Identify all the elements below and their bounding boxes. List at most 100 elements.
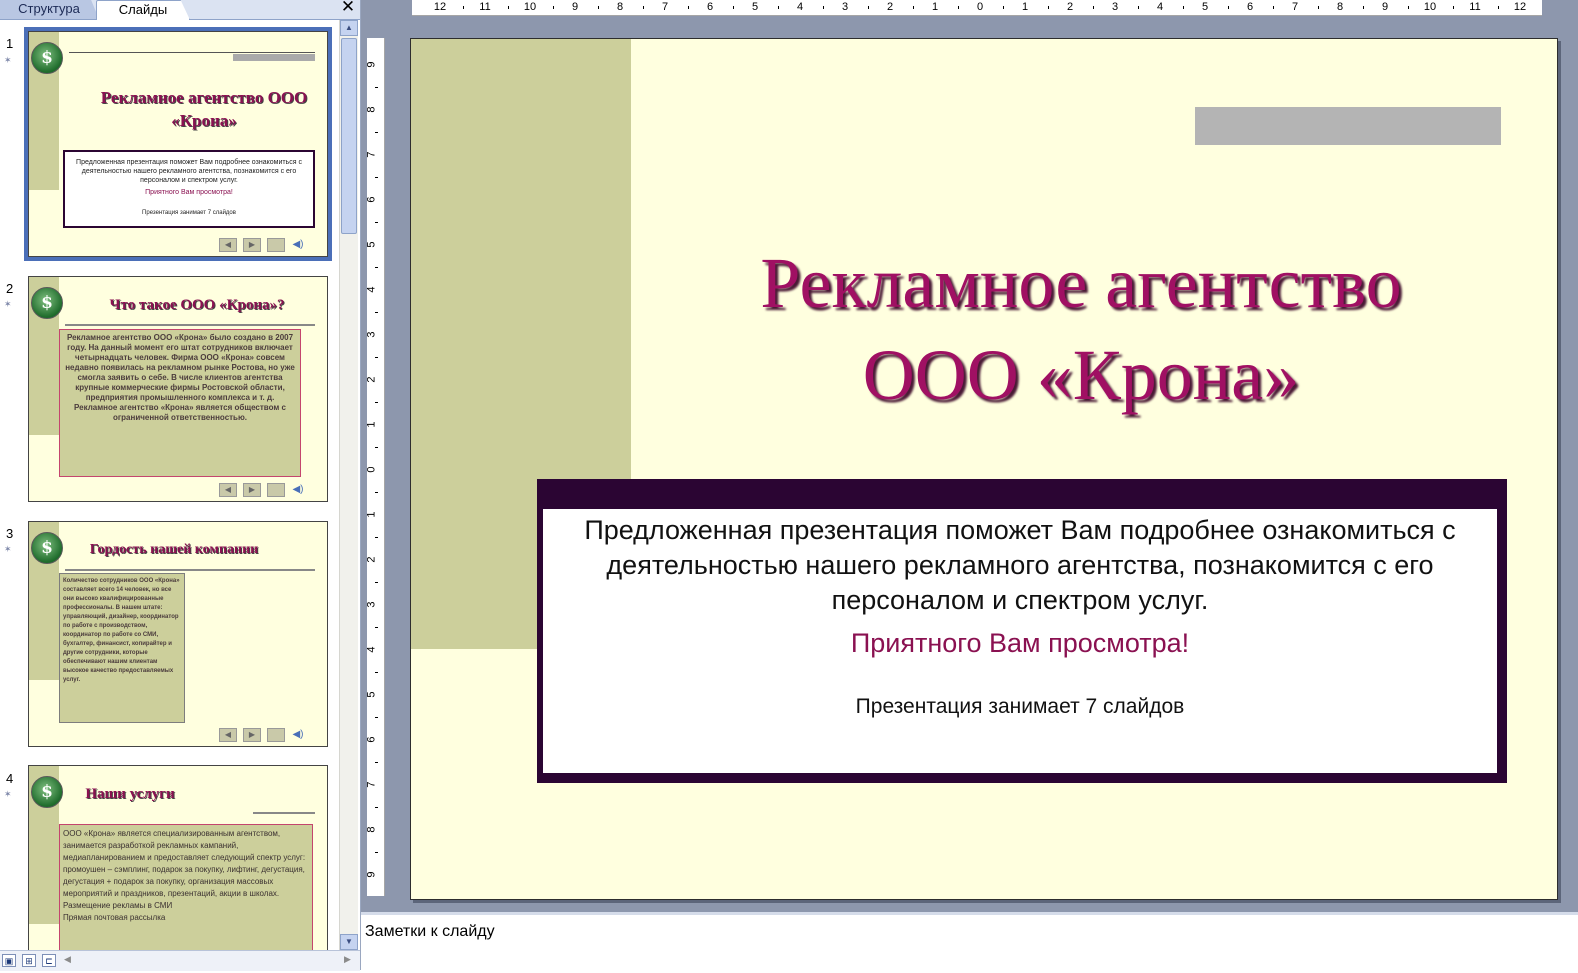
slide-number: 1 xyxy=(6,36,14,51)
thumb-invite: Приятного Вам просмотра! xyxy=(145,189,233,196)
ruler-label: 3 xyxy=(365,601,378,608)
ruler-label: 6 xyxy=(706,1,714,13)
ruler-tick xyxy=(375,761,378,763)
notes-area[interactable]: Заметки к слайду xyxy=(361,912,1578,973)
ruler-label: 4 xyxy=(1156,1,1164,13)
ruler-tick xyxy=(375,491,378,493)
ruler-label: 7 xyxy=(1291,1,1299,13)
nav-prev-icon: ◀ xyxy=(219,237,237,252)
speaker-icon: ◀) xyxy=(292,483,304,495)
ruler-tick xyxy=(375,86,378,88)
ruler-label: 8 xyxy=(616,1,624,13)
ruler-label: 1 xyxy=(1021,1,1029,13)
thumb-textbox: ООО «Крона» является специализированным … xyxy=(59,824,313,951)
ruler-label: 9 xyxy=(571,1,579,13)
scrollbar-thumb[interactable] xyxy=(341,38,357,234)
ruler-tick xyxy=(867,6,869,9)
ruler-label: 11 xyxy=(1469,1,1481,13)
thumb-desc: Предложенная презентация поможет Вам под… xyxy=(76,159,302,184)
nav-prev-icon: ◀ xyxy=(219,482,237,497)
ruler-label: 0 xyxy=(365,466,378,473)
tab-slides[interactable]: Слайды xyxy=(96,0,190,20)
nav-next-icon: ▶ xyxy=(243,727,261,742)
ruler-label: 6 xyxy=(1246,1,1254,13)
ruler-tick xyxy=(1227,6,1229,9)
ruler-tick xyxy=(732,6,734,9)
ruler-tick xyxy=(1497,6,1499,9)
ruler-label: 12 xyxy=(1513,1,1527,13)
slide-description: Предложенная презентация поможет Вам под… xyxy=(584,515,1456,615)
nav-home-icon xyxy=(267,237,285,252)
slide-thumbnail-3[interactable]: $ Гордость нашей компании Количество сот… xyxy=(28,521,328,747)
speaker-icon: ◀) xyxy=(292,238,304,250)
list-item: Прямая почтовая рассылка xyxy=(63,913,166,922)
thumb-title: Наши услуги xyxy=(85,786,175,802)
current-slide[interactable]: Рекламное агентство ООО «Крона» Предложе… xyxy=(410,38,1558,900)
ruler-label: 9 xyxy=(365,871,378,878)
ruler-label: 5 xyxy=(751,1,759,13)
slideshow-icon[interactable]: ⊏ xyxy=(42,954,56,967)
nav-next-icon: ▶ xyxy=(243,482,261,497)
ruler-tick xyxy=(642,6,644,9)
slide-thumbnail-1[interactable]: $ Рекламное агентство ООО «Крона» Предло… xyxy=(28,31,328,257)
thumb-rule xyxy=(253,812,315,814)
ruler-label: 4 xyxy=(796,1,804,13)
slide-title-line-1: Рекламное агентство xyxy=(760,243,1402,323)
ruler-tick xyxy=(462,6,464,9)
ruler-tick xyxy=(1002,6,1004,9)
ruler-label: 4 xyxy=(365,646,378,653)
scroll-up-icon[interactable]: ▲ xyxy=(340,20,358,36)
ruler-tick xyxy=(1362,6,1364,9)
ruler-tick xyxy=(375,806,378,808)
list-item: ООО «Крона» является специализированным … xyxy=(63,829,306,862)
slide-gray-bar xyxy=(1195,107,1501,145)
ruler-label: 2 xyxy=(1066,1,1074,13)
ruler-label: 10 xyxy=(1423,1,1437,13)
ruler-tick xyxy=(375,266,378,268)
ruler-label: 2 xyxy=(365,556,378,563)
nav-home-icon xyxy=(267,727,285,742)
ruler-label: 1 xyxy=(931,1,939,13)
list-item: Размещение рекламы в СМИ xyxy=(63,901,173,910)
ruler-tick xyxy=(375,221,378,223)
view-buttons-bar: ▣ ⊞ ⊏ ◀ ▶ xyxy=(0,950,360,971)
slide-thumbnail-4[interactable]: $ Наши услуги ООО «Крона» является специ… xyxy=(28,765,328,951)
tab-structure[interactable]: Структура xyxy=(0,0,99,19)
thumb-rule xyxy=(65,324,315,326)
slide-number: 3 xyxy=(6,526,14,541)
normal-view-icon[interactable]: ▣ xyxy=(2,954,16,967)
thumbnails-scrollbar[interactable]: ▲ ▼ xyxy=(339,20,358,950)
scroll-right-icon[interactable]: ▶ xyxy=(344,954,351,965)
ruler-tick xyxy=(552,6,554,9)
ruler-label: 5 xyxy=(365,691,378,698)
ruler-label: 7 xyxy=(365,151,378,158)
thumb-count: Презентация занимает 7 слайдов xyxy=(142,210,236,216)
thumb-title: Что такое ООО «Крона»? xyxy=(109,297,285,313)
slide-title[interactable]: Рекламное агентство ООО «Крона» xyxy=(651,237,1511,421)
ruler-label: 5 xyxy=(365,241,378,248)
slide-textbox-inner: Предложенная презентация поможет Вам под… xyxy=(543,509,1497,773)
ruler-tick xyxy=(822,6,824,9)
slide-sorter-icon[interactable]: ⊞ xyxy=(22,954,36,967)
slide-count-text: Презентация занимает 7 слайдов xyxy=(855,695,1185,718)
ruler-tick xyxy=(375,176,378,178)
slide-thumbnail-2[interactable]: $ Что такое ООО «Крона»? Рекламное агент… xyxy=(28,276,328,502)
slide-textbox[interactable]: Предложенная презентация поможет Вам под… xyxy=(537,479,1507,783)
scroll-left-icon[interactable]: ◀ xyxy=(64,954,71,965)
ruler-label: 1 xyxy=(365,511,378,518)
ruler-label: 9 xyxy=(365,61,378,68)
ruler-label: 3 xyxy=(365,331,378,338)
dollar-stopwatch-icon: $ xyxy=(31,287,63,319)
scroll-down-icon[interactable]: ▼ xyxy=(340,934,358,950)
ruler-tick xyxy=(597,6,599,9)
slide-invitation: Приятного Вам просмотра! xyxy=(850,628,1190,658)
ruler-tick xyxy=(375,401,378,403)
close-icon[interactable]: ✕ xyxy=(340,0,356,16)
nav-home-icon xyxy=(267,482,285,497)
dollar-stopwatch-icon: $ xyxy=(31,776,63,808)
ruler-tick xyxy=(375,671,378,673)
ruler-tick xyxy=(375,581,378,583)
ruler-label: 3 xyxy=(841,1,849,13)
thumb-textbox: Количество сотрудников ООО «Крона» соста… xyxy=(59,573,185,723)
ruler-tick xyxy=(375,716,378,718)
